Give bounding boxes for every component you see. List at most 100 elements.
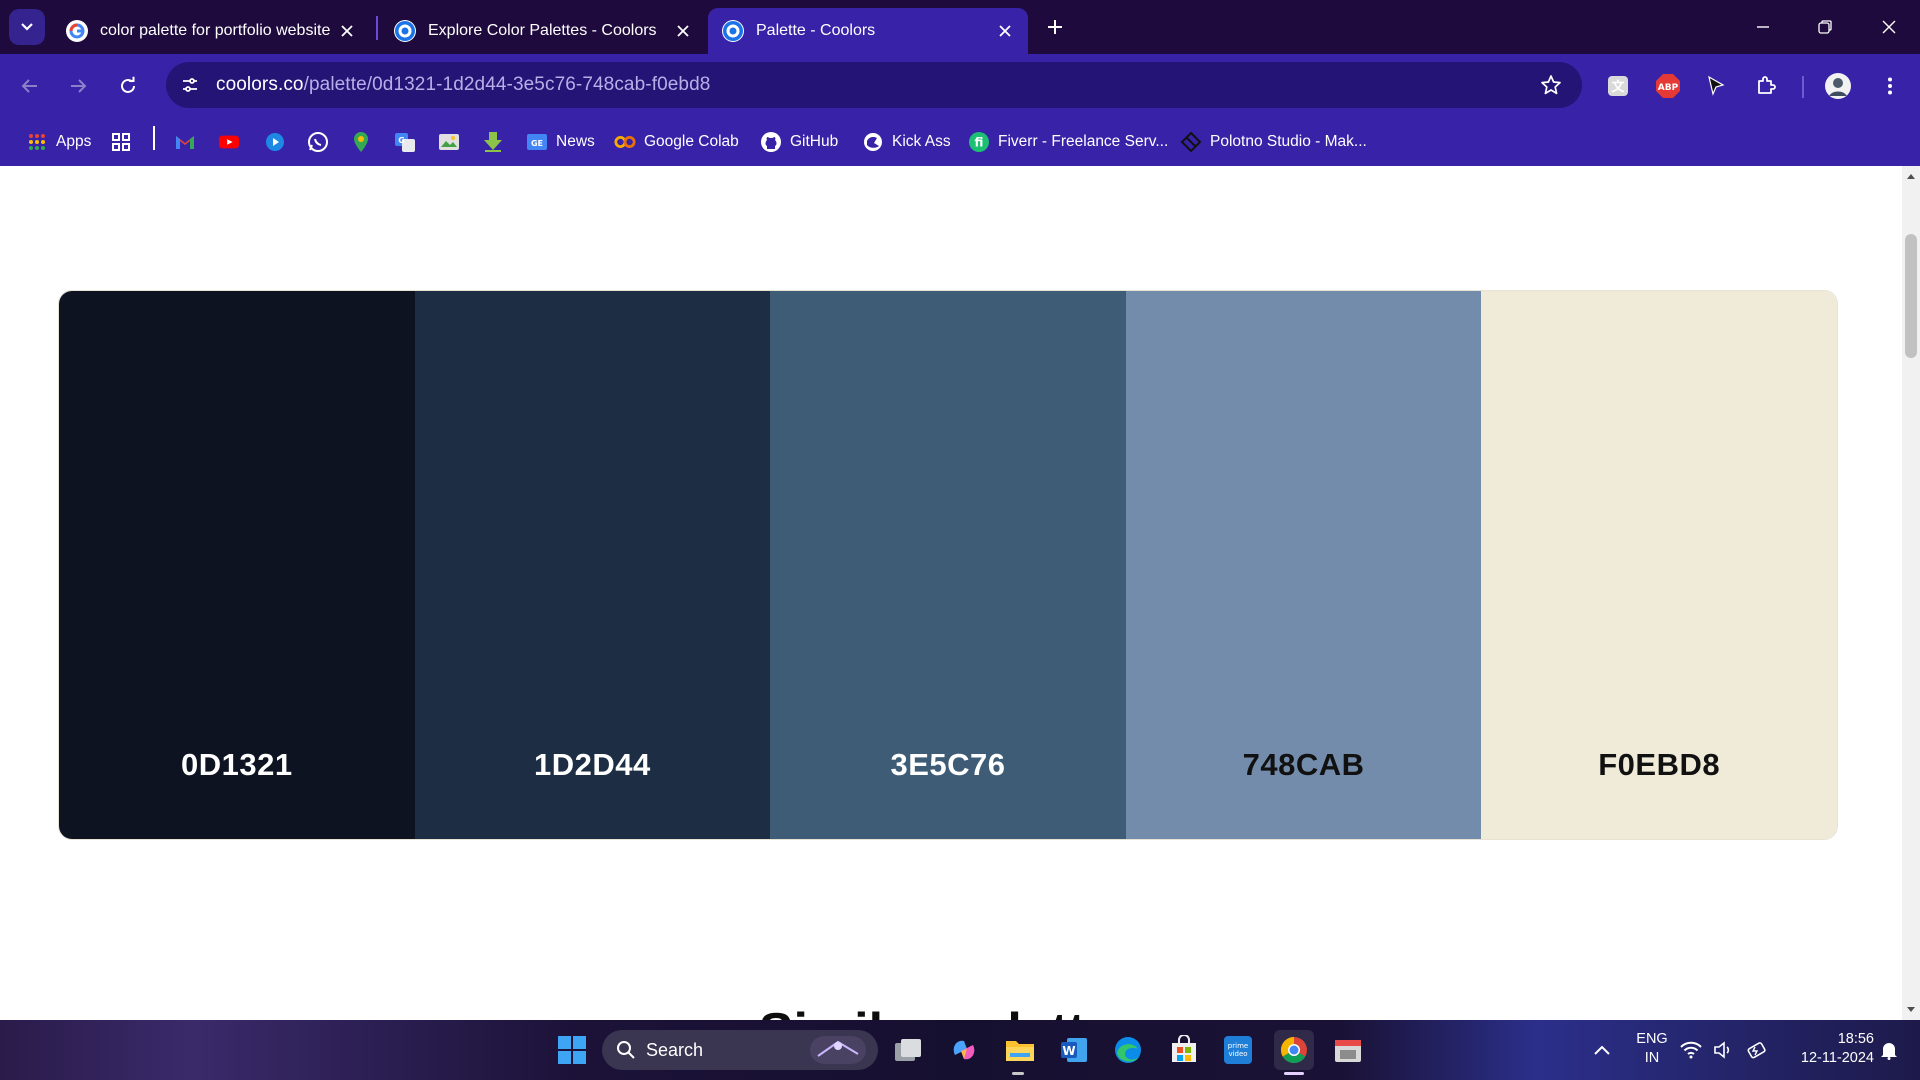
bookmarks-divider bbox=[153, 126, 155, 150]
url-text[interactable]: coolors.co/palette/0d1321-1d2d44-3e5c76-… bbox=[216, 74, 710, 96]
cursor-ext-icon[interactable] bbox=[1698, 68, 1734, 104]
tab-separator bbox=[376, 16, 378, 40]
tab-title: color palette for portfolio website bbox=[100, 22, 331, 39]
reload-button[interactable] bbox=[110, 68, 146, 104]
file-explorer-icon[interactable] bbox=[1000, 1030, 1040, 1070]
bookmark-photos[interactable] bbox=[438, 128, 460, 156]
prime-video-icon[interactable]: prime video bbox=[1218, 1030, 1258, 1070]
hex-code[interactable]: 0D1321 bbox=[59, 747, 415, 783]
reload-icon bbox=[121, 76, 135, 93]
coolors-icon bbox=[394, 20, 416, 42]
store-icon[interactable] bbox=[1164, 1030, 1204, 1070]
page-content: 0D1321 1D2D44 3E5C76 748CAB F0EBD8 Simil… bbox=[0, 166, 1902, 1020]
bookmark-github[interactable]: GitHub bbox=[760, 128, 838, 156]
tab-google-search[interactable]: color palette for portfolio website bbox=[52, 8, 370, 54]
new-tab-button[interactable] bbox=[1040, 12, 1070, 42]
sandbox-icon[interactable] bbox=[1328, 1030, 1368, 1070]
coolors-icon bbox=[722, 20, 744, 42]
clock[interactable]: 18:56 12-11-2024 bbox=[1780, 1030, 1874, 1068]
page-scrollbar[interactable] bbox=[1902, 166, 1920, 1020]
restore-icon bbox=[1818, 20, 1832, 34]
bookmark-download[interactable] bbox=[482, 128, 504, 156]
restore-button[interactable] bbox=[1794, 0, 1856, 54]
bookmark-play[interactable] bbox=[264, 128, 286, 156]
color-swatch[interactable]: 1D2D44 bbox=[414, 291, 771, 839]
bookmark-maps[interactable] bbox=[350, 128, 372, 156]
close-tab-icon[interactable] bbox=[670, 18, 696, 44]
close-tab-icon[interactable] bbox=[992, 18, 1018, 44]
hex-code[interactable]: F0EBD8 bbox=[1481, 747, 1837, 783]
adblock-plus-icon[interactable]: ABP bbox=[1650, 68, 1686, 104]
word-icon[interactable]: W bbox=[1054, 1030, 1094, 1070]
scroll-down-icon[interactable] bbox=[1905, 1004, 1917, 1016]
plus-icon bbox=[1048, 20, 1062, 34]
tab-explore-palettes[interactable]: Explore Color Palettes - Coolors bbox=[380, 8, 706, 54]
notifications-bell-icon[interactable] bbox=[1874, 1030, 1904, 1070]
wifi-icon[interactable] bbox=[1676, 1030, 1706, 1070]
language-indicator[interactable]: ENG IN bbox=[1626, 1030, 1678, 1068]
svg-text:W: W bbox=[1062, 1044, 1075, 1058]
bookmark-tab-groups[interactable] bbox=[110, 128, 132, 156]
scroll-thumb[interactable] bbox=[1905, 234, 1917, 358]
bookmark-colab[interactable]: Google Colab bbox=[614, 128, 739, 156]
bookmark-youtube[interactable] bbox=[218, 128, 240, 156]
play-icon bbox=[264, 131, 286, 153]
bookmarks-bar: Apps G GE News Google Colab GitHub Kick … bbox=[0, 118, 1920, 166]
bookmark-apps[interactable]: Apps bbox=[26, 128, 91, 156]
color-swatch[interactable]: 0D1321 bbox=[59, 291, 415, 839]
bookmark-gmail[interactable] bbox=[174, 128, 196, 156]
chevron-up-icon[interactable] bbox=[1582, 1030, 1622, 1070]
arrow-right-icon bbox=[71, 79, 87, 93]
close-window-button[interactable] bbox=[1858, 0, 1920, 54]
translate-ext-icon[interactable]: 文 bbox=[1600, 68, 1636, 104]
active-indicator bbox=[1284, 1072, 1304, 1075]
battery-icon[interactable] bbox=[1742, 1030, 1772, 1070]
bookmark-label: News bbox=[556, 133, 595, 150]
forward-button[interactable] bbox=[60, 68, 96, 104]
bookmark-fiverr[interactable]: fi Fiverr - Freelance Serv... bbox=[968, 128, 1168, 156]
minimize-button[interactable] bbox=[1732, 0, 1794, 54]
site-info-icon[interactable] bbox=[170, 65, 210, 105]
chrome-icon[interactable] bbox=[1274, 1030, 1314, 1070]
color-swatch[interactable]: 748CAB bbox=[1125, 291, 1482, 839]
color-swatch[interactable]: 3E5C76 bbox=[770, 291, 1126, 839]
copilot-icon[interactable] bbox=[944, 1030, 984, 1070]
scroll-up-icon[interactable] bbox=[1905, 170, 1917, 182]
color-swatch[interactable]: F0EBD8 bbox=[1481, 291, 1837, 839]
news-icon: GE bbox=[526, 131, 548, 153]
clock-time: 18:56 bbox=[1837, 1031, 1874, 1047]
svg-text:GE: GE bbox=[531, 139, 543, 148]
bookmark-polotno[interactable]: Polotno Studio - Mak... bbox=[1180, 128, 1367, 156]
browser-menu-icon[interactable] bbox=[1872, 68, 1908, 104]
region-code: IN bbox=[1644, 1050, 1660, 1066]
download-icon bbox=[482, 131, 504, 153]
bookmark-kickass[interactable]: Kick Ass bbox=[862, 128, 951, 156]
bookmark-label: Apps bbox=[56, 133, 92, 150]
search-label: Search bbox=[646, 1039, 704, 1060]
tab-palette-coolors[interactable]: Palette - Coolors bbox=[708, 8, 1028, 54]
bookmark-translate[interactable]: G bbox=[394, 128, 416, 156]
hex-code[interactable]: 3E5C76 bbox=[770, 747, 1126, 783]
hex-code[interactable]: 748CAB bbox=[1126, 747, 1482, 783]
profile-avatar-icon[interactable] bbox=[1820, 68, 1856, 104]
tab-groups-icon bbox=[110, 131, 132, 153]
taskbar-search[interactable]: Search bbox=[602, 1030, 878, 1070]
back-button[interactable] bbox=[12, 68, 48, 104]
tab-search-button[interactable] bbox=[9, 9, 45, 45]
whatsapp-icon bbox=[307, 131, 329, 153]
close-tab-icon[interactable] bbox=[334, 18, 360, 44]
volume-icon[interactable] bbox=[1708, 1030, 1738, 1070]
edge-icon[interactable] bbox=[1108, 1030, 1148, 1070]
extensions-puzzle-icon[interactable] bbox=[1748, 68, 1784, 104]
url-path: /palette/0d1321-1d2d44-3e5c76-748cab-f0e… bbox=[303, 74, 711, 95]
tab-title: Explore Color Palettes - Coolors bbox=[428, 22, 657, 39]
task-view-icon[interactable] bbox=[888, 1030, 928, 1070]
address-bar[interactable]: coolors.co/palette/0d1321-1d2d44-3e5c76-… bbox=[166, 62, 1582, 108]
tab-title: Palette - Coolors bbox=[756, 22, 876, 39]
bookmark-news[interactable]: GE News bbox=[526, 128, 595, 156]
apps-grid-icon bbox=[26, 131, 48, 153]
bookmark-whatsapp[interactable] bbox=[307, 128, 329, 156]
hex-code[interactable]: 1D2D44 bbox=[415, 747, 771, 783]
bookmark-star-icon[interactable] bbox=[1536, 70, 1566, 100]
windows-start-icon[interactable] bbox=[552, 1030, 592, 1070]
